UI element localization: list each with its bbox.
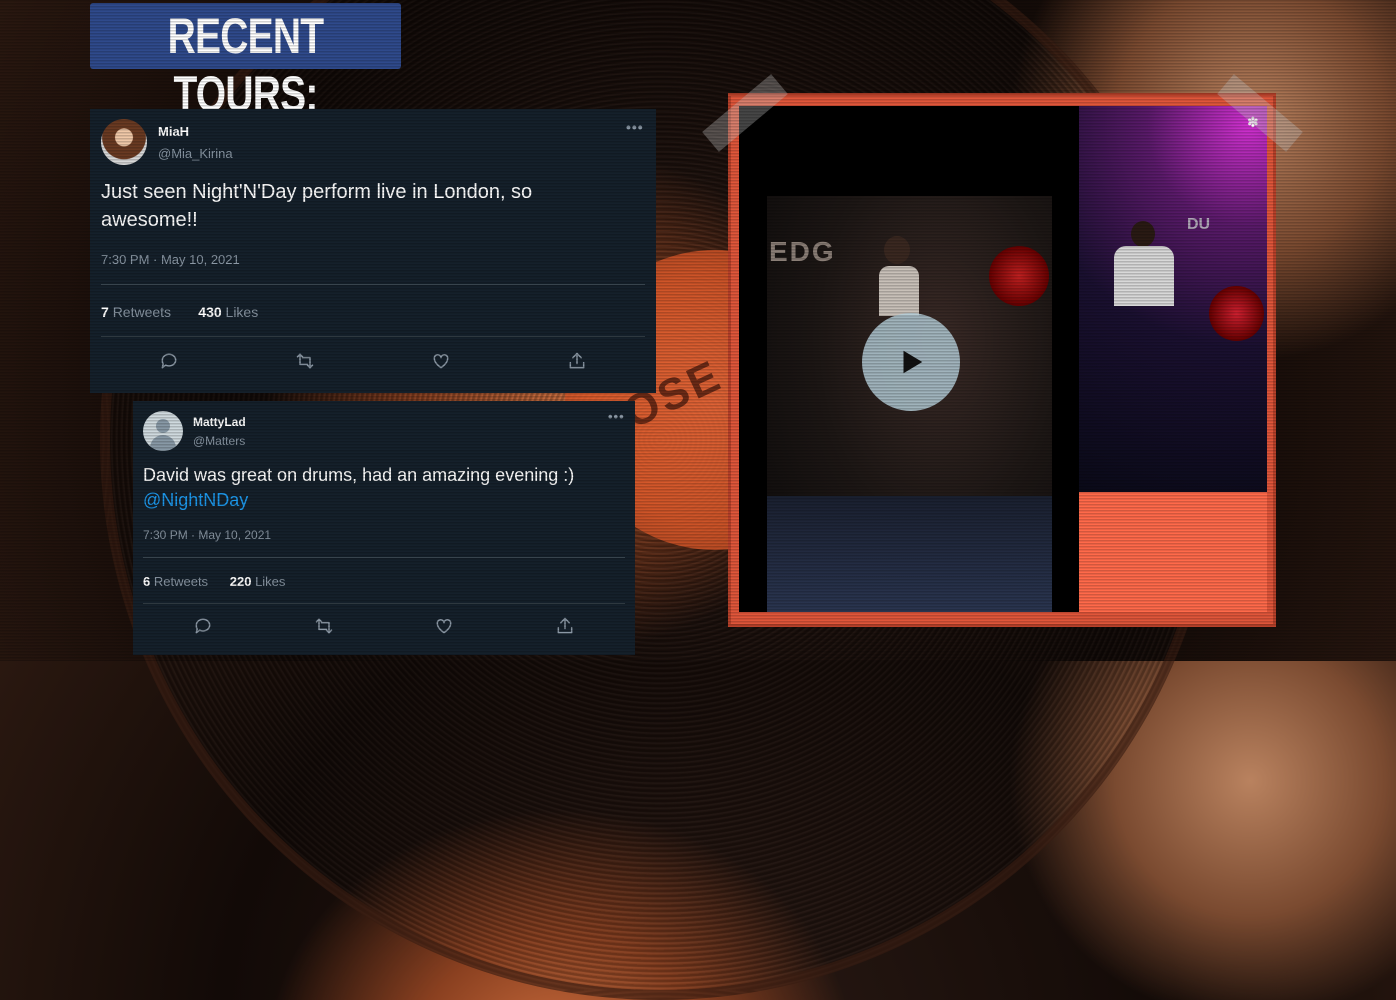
retweets-label[interactable]: Retweets xyxy=(154,574,208,589)
like-icon[interactable] xyxy=(432,614,456,638)
drummer xyxy=(879,266,919,316)
tweet-stats: 6 Retweets 220 Likes xyxy=(143,574,285,589)
tweet-text: David was great on drums, had an amazing… xyxy=(143,463,623,513)
retweet-count[interactable]: 7 xyxy=(101,304,109,320)
drum-kit xyxy=(1209,286,1264,341)
tweet-timestamp[interactable]: 7:30 PM · May 10, 2021 xyxy=(101,252,240,267)
tweet-author-name[interactable]: MattyLad xyxy=(193,415,246,429)
tweet-card[interactable]: MattyLad @Matters ••• David was great on… xyxy=(133,401,635,655)
likes-label[interactable]: Likes xyxy=(226,304,259,320)
likes-label[interactable]: Likes xyxy=(255,574,285,589)
retweets-label[interactable]: Retweets xyxy=(113,304,171,320)
tweet-text-body: Just seen Night'N'Day perform live in Lo… xyxy=(101,181,533,231)
retweet-count[interactable]: 6 xyxy=(143,574,150,589)
default-avatar-head xyxy=(156,419,170,433)
divider xyxy=(143,557,625,558)
divider xyxy=(101,284,645,285)
tweet-text-body: David was great on drums, had an amazing… xyxy=(143,465,575,485)
retweet-icon[interactable] xyxy=(293,349,317,373)
like-icon[interactable] xyxy=(429,349,453,373)
play-icon xyxy=(903,350,923,374)
reply-icon[interactable] xyxy=(157,349,181,373)
tweet-author-name[interactable]: MiaH xyxy=(158,124,189,139)
stage-floor xyxy=(767,496,1052,612)
like-count[interactable]: 430 xyxy=(198,304,221,320)
share-icon[interactable] xyxy=(553,614,577,638)
tweet-author-handle[interactable]: @Matters xyxy=(193,434,245,448)
stage-sign-text: DU xyxy=(1187,216,1211,233)
tweet-timestamp[interactable]: 7:30 PM · May 10, 2021 xyxy=(143,528,271,542)
title-banner: RECENT TOURS: xyxy=(90,3,401,122)
video-player[interactable]: EDG DU ✽ xyxy=(739,106,1267,612)
drummer xyxy=(1114,246,1174,306)
more-options-icon[interactable]: ••• xyxy=(626,119,644,135)
drummer-head xyxy=(1131,221,1155,247)
tweet-stats: 7 Retweets 430 Likes xyxy=(101,304,258,320)
video-thumbnail-right: DU ✽ xyxy=(1079,106,1267,492)
play-button[interactable] xyxy=(862,313,960,411)
reply-icon[interactable] xyxy=(191,614,215,638)
avatar[interactable] xyxy=(101,119,147,165)
more-options-icon[interactable]: ••• xyxy=(608,409,625,424)
share-icon[interactable] xyxy=(565,349,589,373)
divider xyxy=(101,336,645,337)
tweet-actions xyxy=(101,349,645,373)
drummer-head xyxy=(884,236,910,264)
default-avatar-body xyxy=(150,435,176,451)
divider xyxy=(143,603,625,604)
tweet-actions xyxy=(143,614,625,638)
mention-link[interactable]: @NightNDay xyxy=(143,490,248,510)
drum-kit xyxy=(989,246,1049,306)
tweet-card[interactable]: MiaH @Mia_Kirina ••• Just seen Night'N'D… xyxy=(90,109,656,393)
tweet-author-handle[interactable]: @Mia_Kirina xyxy=(158,146,233,161)
retweet-icon[interactable] xyxy=(312,614,336,638)
tweet-text: Just seen Night'N'Day perform live in Lo… xyxy=(101,178,631,234)
avatar[interactable] xyxy=(143,411,183,451)
video-frame: EDG DU ✽ xyxy=(728,93,1276,627)
page-title: RECENT TOURS: xyxy=(167,8,324,122)
stage-sign-text: EDG xyxy=(769,236,836,267)
like-count[interactable]: 220 xyxy=(230,574,252,589)
